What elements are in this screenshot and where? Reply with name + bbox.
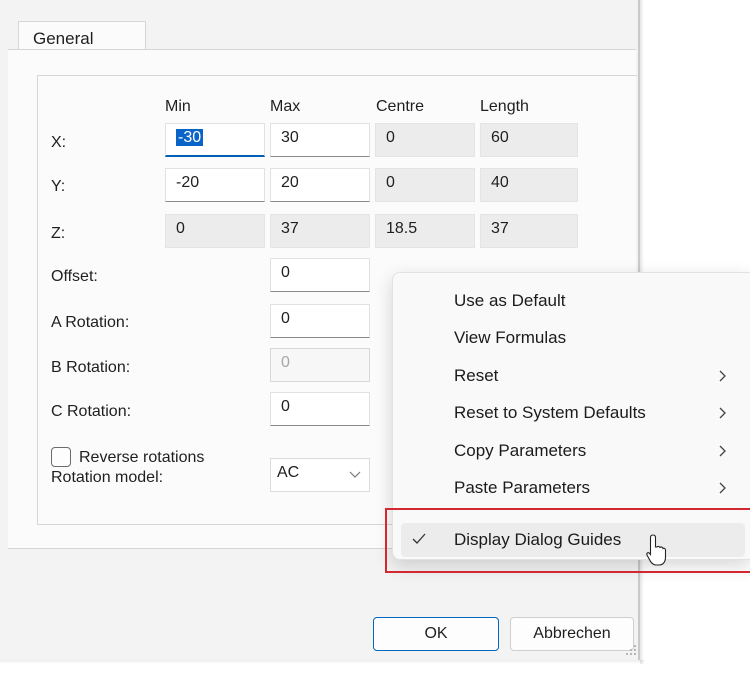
offset-label: Offset: — [51, 268, 98, 285]
menu-item-label: Copy Parameters — [454, 441, 587, 460]
mouse-cursor-icon — [646, 534, 667, 566]
chevron-right-icon — [719, 482, 726, 494]
x-length-field: 60 — [480, 123, 578, 157]
tab-general[interactable]: General — [18, 21, 146, 51]
menu-item-label: Reset to System Defaults — [454, 403, 646, 422]
menu-item-use-as-default[interactable]: Use as Default — [393, 284, 749, 318]
chevron-down-icon — [349, 471, 361, 478]
annotation-highlight-box — [385, 508, 750, 573]
rotation-model-label: Rotation model: — [51, 469, 164, 486]
row-label-z: Z: — [51, 225, 66, 242]
z-min-field: 0 — [165, 214, 265, 248]
b-rotation-label: B Rotation: — [51, 359, 131, 376]
offset-input[interactable]: 0 — [270, 258, 370, 292]
column-header-min: Min — [165, 98, 191, 115]
ok-button[interactable]: OK — [373, 617, 499, 651]
rotation-model-value: AC — [277, 464, 300, 481]
menu-item-copy-parameters[interactable]: Copy Parameters — [393, 434, 749, 468]
column-header-length: Length — [480, 98, 529, 115]
y-max-input[interactable]: 20 — [270, 168, 370, 202]
dialog-bottom-shadow — [0, 660, 644, 664]
x-min-value: -30 — [176, 129, 204, 146]
row-label-y: Y: — [51, 178, 66, 195]
menu-item-view-formulas[interactable]: View Formulas — [393, 321, 749, 355]
reverse-rotations-checkbox[interactable] — [51, 447, 71, 467]
tab-label: General — [33, 29, 94, 48]
reverse-rotations-label[interactable]: Reverse rotations — [79, 449, 204, 467]
c-rotation-label: C Rotation: — [51, 403, 132, 420]
chevron-right-icon — [719, 407, 726, 419]
b-rotation-input: 0 — [270, 348, 370, 382]
menu-item-label: Use as Default — [454, 291, 566, 310]
chevron-right-icon — [719, 370, 726, 382]
row-label-x: X: — [51, 134, 67, 151]
a-rotation-label: A Rotation: — [51, 314, 130, 331]
menu-item-label: Reset — [454, 366, 499, 385]
menu-item-label: Paste Parameters — [454, 478, 591, 497]
chevron-right-icon — [719, 445, 726, 457]
z-length-field: 37 — [480, 214, 578, 248]
column-header-centre: Centre — [376, 98, 425, 115]
a-rotation-input[interactable]: 0 — [270, 304, 370, 338]
rotation-model-select[interactable]: AC — [270, 458, 370, 492]
menu-item-label: View Formulas — [454, 328, 567, 347]
z-max-field: 37 — [270, 214, 370, 248]
menu-item-reset-system-defaults[interactable]: Reset to System Defaults — [393, 396, 749, 430]
column-header-max: Max — [270, 98, 301, 115]
z-centre-field: 18.5 — [375, 214, 475, 248]
x-centre-field: 0 — [375, 123, 475, 157]
y-length-field: 40 — [480, 168, 578, 202]
menu-item-reset[interactable]: Reset — [393, 359, 749, 393]
cancel-button[interactable]: Abbrechen — [510, 617, 634, 651]
y-centre-field: 0 — [375, 168, 475, 202]
x-max-input[interactable]: 30 — [270, 123, 370, 157]
resize-grip-icon[interactable] — [624, 643, 638, 657]
y-min-input[interactable]: -20 — [165, 168, 265, 202]
c-rotation-input[interactable]: 0 — [270, 392, 370, 426]
menu-item-paste-parameters[interactable]: Paste Parameters — [393, 471, 749, 505]
x-min-input[interactable]: -30 — [165, 123, 265, 157]
